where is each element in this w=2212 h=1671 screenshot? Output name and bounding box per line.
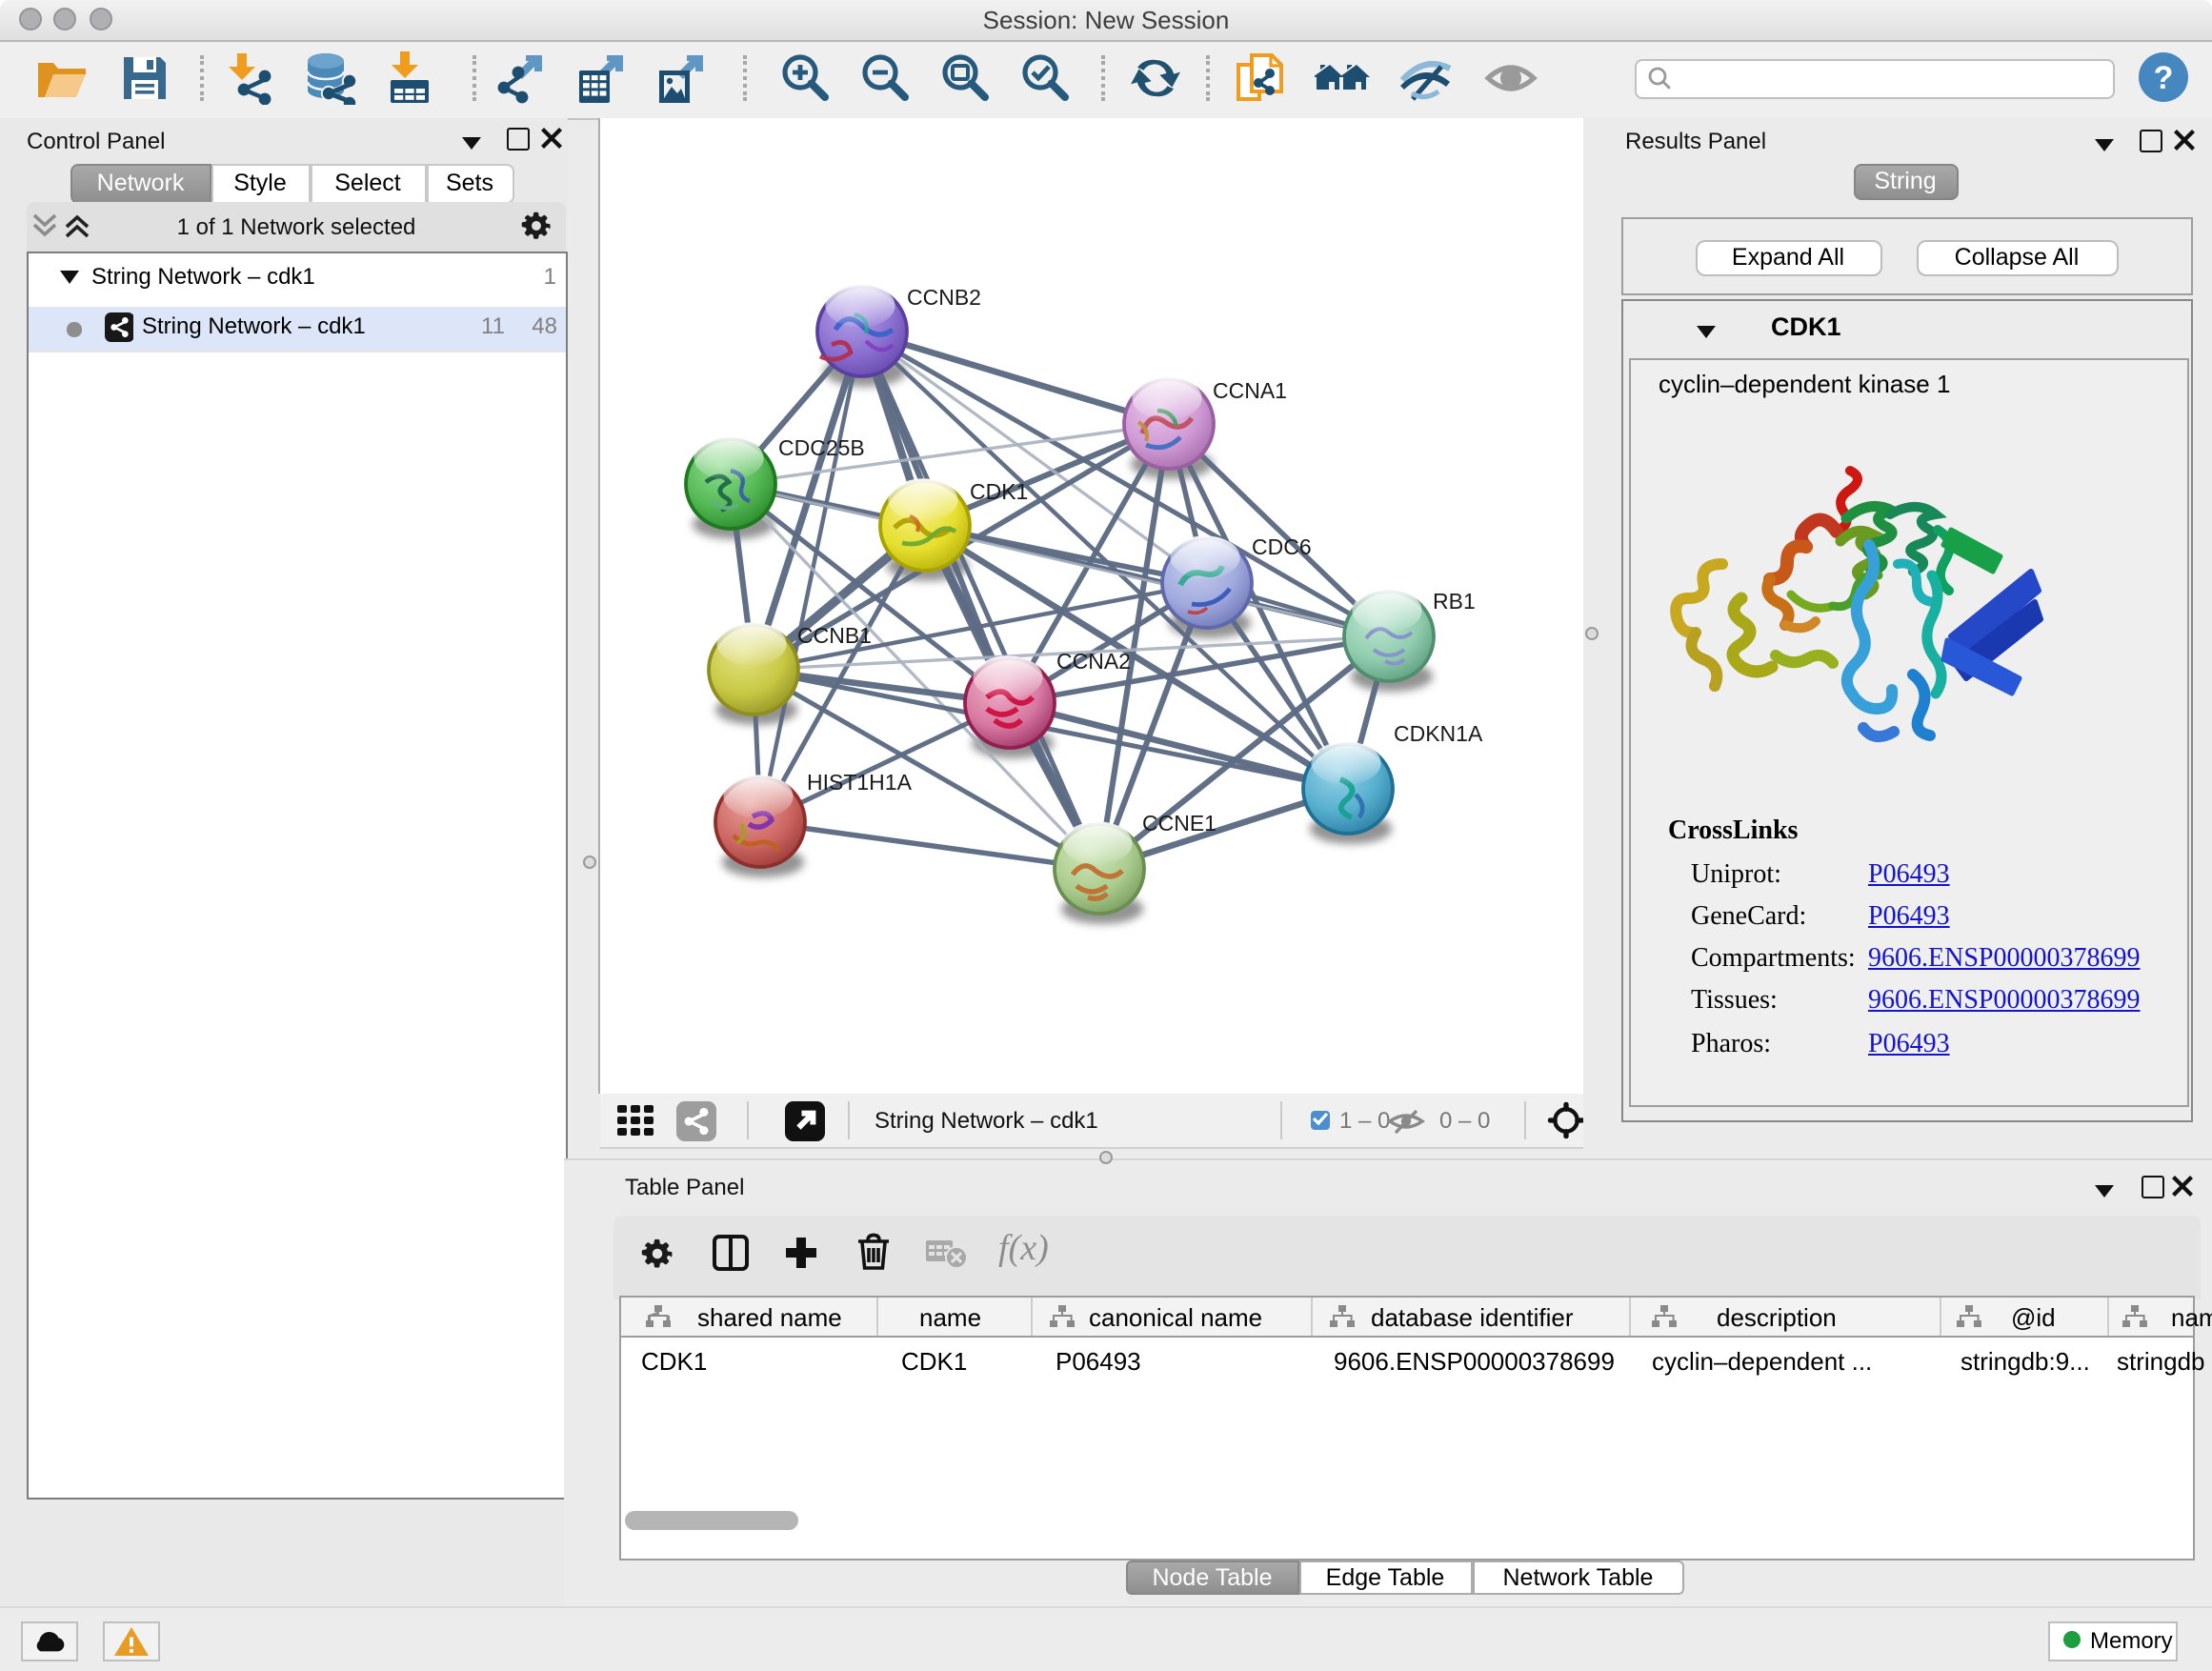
- svg-text:CDK1: CDK1: [970, 479, 1028, 504]
- svg-text:CDC25B: CDC25B: [778, 435, 865, 460]
- svg-text:CCNA2: CCNA2: [1056, 649, 1131, 674]
- svg-text:CCNB2: CCNB2: [907, 285, 981, 310]
- svg-text:CDC6: CDC6: [1252, 534, 1312, 559]
- svg-text:CCNA1: CCNA1: [1213, 378, 1287, 403]
- svg-text:CCNE1: CCNE1: [1142, 811, 1217, 836]
- svg-text:HIST1H1A: HIST1H1A: [807, 770, 913, 795]
- svg-text:CDKN1A: CDKN1A: [1394, 721, 1483, 746]
- svg-text:RB1: RB1: [1433, 589, 1476, 614]
- svg-text:CCNB1: CCNB1: [797, 623, 872, 648]
- svg-text:?: ?: [2154, 59, 2174, 95]
